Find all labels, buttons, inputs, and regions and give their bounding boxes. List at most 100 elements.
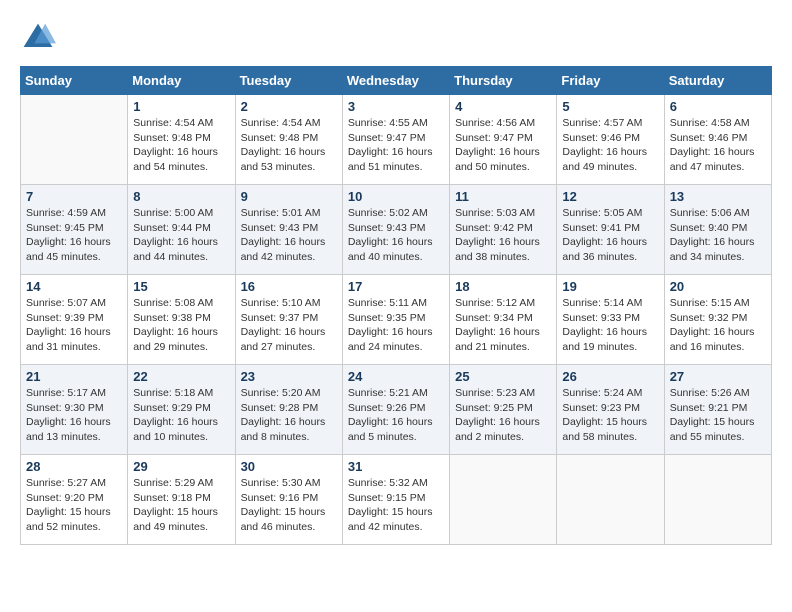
calendar-cell	[664, 455, 771, 545]
day-info: Sunrise: 5:21 AMSunset: 9:26 PMDaylight:…	[348, 386, 444, 445]
day-info: Sunrise: 4:58 AMSunset: 9:46 PMDaylight:…	[670, 116, 766, 175]
calendar-cell: 1 Sunrise: 4:54 AMSunset: 9:48 PMDaylight…	[128, 95, 235, 185]
calendar-cell: 15 Sunrise: 5:08 AMSunset: 9:38 PMDayligh…	[128, 275, 235, 365]
weekday-header-wednesday: Wednesday	[342, 67, 449, 95]
day-info: Sunrise: 5:20 AMSunset: 9:28 PMDaylight:…	[241, 386, 337, 445]
calendar-cell: 13Sunrise: 5:06 AMSunset: 9:40 PMDayligh…	[664, 185, 771, 275]
day-info: Sunrise: 5:07 AMSunset: 9:39 PMDaylight:…	[26, 296, 122, 355]
day-number: 30	[241, 459, 337, 474]
day-number: 6	[670, 99, 766, 114]
calendar-cell: 2 Sunrise: 4:54 AMSunset: 9:48 PMDaylight…	[235, 95, 342, 185]
day-info: Sunrise: 5:27 AMSunset: 9:20 PMDaylight:…	[26, 476, 122, 535]
calendar-cell: 21 Sunrise: 5:17 AMSunset: 9:30 PMDayligh…	[21, 365, 128, 455]
day-number: 22	[133, 369, 229, 384]
day-number: 12	[562, 189, 658, 204]
day-info: Sunrise: 5:24 AMSunset: 9:23 PMDaylight:…	[562, 386, 658, 445]
calendar-cell: 17Sunrise: 5:11 AMSunset: 9:35 PMDayligh…	[342, 275, 449, 365]
day-info: Sunrise: 5:18 AMSunset: 9:29 PMDaylight:…	[133, 386, 229, 445]
calendar-cell: 11 Sunrise: 5:03 AMSunset: 9:42 PMDayligh…	[450, 185, 557, 275]
day-number: 20	[670, 279, 766, 294]
day-info: Sunrise: 5:32 AMSunset: 9:15 PMDaylight:…	[348, 476, 444, 535]
calendar-cell: 16 Sunrise: 5:10 AMSunset: 9:37 PMDayligh…	[235, 275, 342, 365]
weekday-header-thursday: Thursday	[450, 67, 557, 95]
day-info: Sunrise: 5:23 AMSunset: 9:25 PMDaylight:…	[455, 386, 551, 445]
calendar-cell: 26 Sunrise: 5:24 AMSunset: 9:23 PMDayligh…	[557, 365, 664, 455]
day-number: 26	[562, 369, 658, 384]
day-number: 11	[455, 189, 551, 204]
calendar-cell: 19 Sunrise: 5:14 AMSunset: 9:33 PMDayligh…	[557, 275, 664, 365]
calendar-cell: 6 Sunrise: 4:58 AMSunset: 9:46 PMDaylight…	[664, 95, 771, 185]
day-number: 10	[348, 189, 444, 204]
calendar-cell: 12 Sunrise: 5:05 AMSunset: 9:41 PMDayligh…	[557, 185, 664, 275]
day-number: 28	[26, 459, 122, 474]
day-number: 15	[133, 279, 229, 294]
calendar-table: SundayMondayTuesdayWednesdayThursdayFrid…	[20, 66, 772, 545]
calendar-cell	[557, 455, 664, 545]
calendar-cell: 20Sunrise: 5:15 AMSunset: 9:32 PMDayligh…	[664, 275, 771, 365]
day-info: Sunrise: 5:10 AMSunset: 9:37 PMDaylight:…	[241, 296, 337, 355]
day-number: 13	[670, 189, 766, 204]
day-number: 5	[562, 99, 658, 114]
day-number: 4	[455, 99, 551, 114]
logo	[20, 20, 62, 56]
day-number: 24	[348, 369, 444, 384]
day-info: Sunrise: 5:12 AMSunset: 9:34 PMDaylight:…	[455, 296, 551, 355]
day-info: Sunrise: 4:56 AMSunset: 9:47 PMDaylight:…	[455, 116, 551, 175]
calendar-cell: 18 Sunrise: 5:12 AMSunset: 9:34 PMDayligh…	[450, 275, 557, 365]
day-info: Sunrise: 5:14 AMSunset: 9:33 PMDaylight:…	[562, 296, 658, 355]
weekday-header-row: SundayMondayTuesdayWednesdayThursdayFrid…	[21, 67, 772, 95]
calendar-cell: 28 Sunrise: 5:27 AMSunset: 9:20 PMDayligh…	[21, 455, 128, 545]
calendar-cell	[450, 455, 557, 545]
day-info: Sunrise: 4:54 AMSunset: 9:48 PMDaylight:…	[241, 116, 337, 175]
day-info: Sunrise: 5:26 AMSunset: 9:21 PMDaylight:…	[670, 386, 766, 445]
logo-icon	[20, 20, 56, 56]
day-number: 1	[133, 99, 229, 114]
calendar-cell	[21, 95, 128, 185]
calendar-cell: 5 Sunrise: 4:57 AMSunset: 9:46 PMDaylight…	[557, 95, 664, 185]
calendar-cell: 4 Sunrise: 4:56 AMSunset: 9:47 PMDaylight…	[450, 95, 557, 185]
calendar-cell: 27Sunrise: 5:26 AMSunset: 9:21 PMDayligh…	[664, 365, 771, 455]
day-info: Sunrise: 5:01 AMSunset: 9:43 PMDaylight:…	[241, 206, 337, 265]
header	[20, 20, 772, 56]
day-info: Sunrise: 5:29 AMSunset: 9:18 PMDaylight:…	[133, 476, 229, 535]
day-number: 21	[26, 369, 122, 384]
day-number: 19	[562, 279, 658, 294]
week-row-4: 21 Sunrise: 5:17 AMSunset: 9:30 PMDayligh…	[21, 365, 772, 455]
day-number: 8	[133, 189, 229, 204]
day-number: 18	[455, 279, 551, 294]
day-info: Sunrise: 4:55 AMSunset: 9:47 PMDaylight:…	[348, 116, 444, 175]
day-number: 31	[348, 459, 444, 474]
day-info: Sunrise: 5:05 AMSunset: 9:41 PMDaylight:…	[562, 206, 658, 265]
day-number: 29	[133, 459, 229, 474]
calendar-cell: 24 Sunrise: 5:21 AMSunset: 9:26 PMDayligh…	[342, 365, 449, 455]
calendar-cell: 9 Sunrise: 5:01 AMSunset: 9:43 PMDaylight…	[235, 185, 342, 275]
calendar-cell: 30Sunrise: 5:30 AMSunset: 9:16 PMDayligh…	[235, 455, 342, 545]
weekday-header-tuesday: Tuesday	[235, 67, 342, 95]
calendar-cell: 31 Sunrise: 5:32 AMSunset: 9:15 PMDayligh…	[342, 455, 449, 545]
weekday-header-sunday: Sunday	[21, 67, 128, 95]
day-number: 3	[348, 99, 444, 114]
day-info: Sunrise: 4:57 AMSunset: 9:46 PMDaylight:…	[562, 116, 658, 175]
weekday-header-monday: Monday	[128, 67, 235, 95]
day-info: Sunrise: 5:08 AMSunset: 9:38 PMDaylight:…	[133, 296, 229, 355]
day-info: Sunrise: 5:17 AMSunset: 9:30 PMDaylight:…	[26, 386, 122, 445]
calendar-cell: 22 Sunrise: 5:18 AMSunset: 9:29 PMDayligh…	[128, 365, 235, 455]
weekday-header-saturday: Saturday	[664, 67, 771, 95]
weekday-header-friday: Friday	[557, 67, 664, 95]
day-number: 2	[241, 99, 337, 114]
week-row-3: 14 Sunrise: 5:07 AMSunset: 9:39 PMDayligh…	[21, 275, 772, 365]
day-number: 14	[26, 279, 122, 294]
day-info: Sunrise: 5:00 AMSunset: 9:44 PMDaylight:…	[133, 206, 229, 265]
day-number: 7	[26, 189, 122, 204]
day-info: Sunrise: 4:59 AMSunset: 9:45 PMDaylight:…	[26, 206, 122, 265]
day-number: 16	[241, 279, 337, 294]
day-number: 25	[455, 369, 551, 384]
day-info: Sunrise: 4:54 AMSunset: 9:48 PMDaylight:…	[133, 116, 229, 175]
calendar-cell: 10Sunrise: 5:02 AMSunset: 9:43 PMDayligh…	[342, 185, 449, 275]
day-number: 9	[241, 189, 337, 204]
week-row-2: 7 Sunrise: 4:59 AMSunset: 9:45 PMDaylight…	[21, 185, 772, 275]
calendar-cell: 29 Sunrise: 5:29 AMSunset: 9:18 PMDayligh…	[128, 455, 235, 545]
calendar-cell: 25 Sunrise: 5:23 AMSunset: 9:25 PMDayligh…	[450, 365, 557, 455]
week-row-1: 1 Sunrise: 4:54 AMSunset: 9:48 PMDaylight…	[21, 95, 772, 185]
day-info: Sunrise: 5:03 AMSunset: 9:42 PMDaylight:…	[455, 206, 551, 265]
